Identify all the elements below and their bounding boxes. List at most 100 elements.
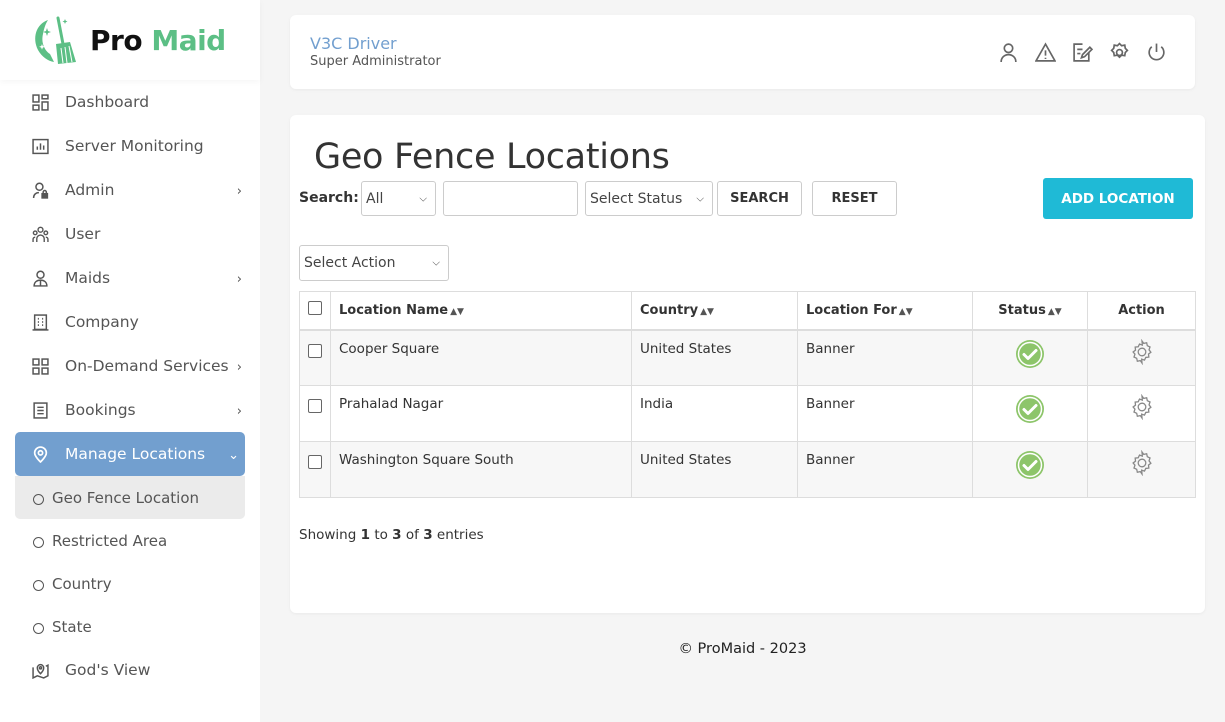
chevron-right-icon: › xyxy=(236,360,242,375)
sort-icon: ▲▼ xyxy=(898,306,913,317)
gear-icon[interactable] xyxy=(1129,450,1155,476)
status-cell xyxy=(972,441,1088,498)
column-status[interactable]: Status ▲▼ xyxy=(972,291,1088,331)
action-cell xyxy=(1087,385,1196,442)
chevron-down-icon: ⌵ xyxy=(696,193,704,204)
circle-icon xyxy=(33,537,44,548)
sidebar-subitem-state[interactable]: State xyxy=(0,605,260,648)
bulk-action-select[interactable]: Select Action ⌵ xyxy=(299,245,449,281)
sidebar-subitem-geo-fence-location[interactable]: Geo Fence Location xyxy=(15,476,245,519)
select-all-cell xyxy=(299,291,331,331)
sidebar-item-dashboard[interactable]: Dashboard xyxy=(0,80,260,124)
column-location-name[interactable]: Location Name ▲▼ xyxy=(330,291,632,331)
settings-icon[interactable] xyxy=(1108,41,1130,63)
sidebar-subitem-country[interactable]: Country xyxy=(0,562,260,605)
add-location-button[interactable]: ADD LOCATION xyxy=(1043,178,1193,219)
user-lock-icon xyxy=(32,182,49,199)
building-icon xyxy=(32,313,49,331)
location-name-cell: Prahalad Nagar xyxy=(330,385,632,442)
column-country[interactable]: Country ▲▼ xyxy=(631,291,798,331)
sidebar-item-company[interactable]: Company xyxy=(0,300,260,344)
search-input[interactable] xyxy=(443,181,578,216)
sidebar-item-bookings[interactable]: Bookings › xyxy=(0,388,260,432)
action-cell xyxy=(1087,329,1196,386)
circle-icon xyxy=(33,494,44,505)
row-select-cell xyxy=(299,385,331,442)
table-header-row: Location Name ▲▼ Country ▲▼ Location For ▲▼… xyxy=(299,291,1196,331)
sidebar-item-manage-locations[interactable]: Manage Locations ⌄ xyxy=(15,432,245,476)
search-field-select[interactable]: All ⌵ xyxy=(361,181,436,216)
column-action: Action xyxy=(1087,291,1196,331)
search-label: Search: xyxy=(299,190,359,206)
sidebar-item-gods-view[interactable]: God's View xyxy=(0,648,260,692)
circle-icon xyxy=(33,623,44,634)
status-active-icon[interactable] xyxy=(1015,394,1045,424)
maid-icon xyxy=(32,270,49,287)
action-cell xyxy=(1087,441,1196,498)
list-icon xyxy=(32,401,49,419)
power-icon[interactable] xyxy=(1145,41,1167,63)
sort-icon: ▲▼ xyxy=(700,306,714,317)
country-cell: United States xyxy=(631,329,798,386)
row-checkbox[interactable] xyxy=(308,455,322,469)
location-for-cell: Banner xyxy=(797,441,973,498)
dashboard-icon xyxy=(32,93,49,111)
location-for-cell: Banner xyxy=(797,329,973,386)
sort-icon: ▲▼ xyxy=(450,306,464,317)
user-name: V3C Driver xyxy=(310,34,397,53)
country-cell: United States xyxy=(631,441,798,498)
edit-icon[interactable] xyxy=(1071,41,1093,63)
reset-button[interactable]: RESET xyxy=(812,181,897,216)
status-active-icon[interactable] xyxy=(1015,450,1045,480)
search-button[interactable]: SEARCH xyxy=(717,181,802,216)
column-location-for[interactable]: Location For ▲▼ xyxy=(797,291,973,331)
broom-logo-icon xyxy=(35,16,76,64)
location-for-cell: Banner xyxy=(797,385,973,442)
table-info: Showing 1 to 3 of 3 entries xyxy=(299,527,484,543)
sidebar-item-maids[interactable]: Maids › xyxy=(0,256,260,300)
header-actions xyxy=(997,41,1167,63)
sidebar-item-user[interactable]: User xyxy=(0,212,260,256)
users-icon xyxy=(32,226,49,243)
circle-icon xyxy=(33,580,44,591)
row-select-cell xyxy=(299,329,331,386)
row-checkbox[interactable] xyxy=(308,399,322,413)
select-all-checkbox[interactable] xyxy=(308,301,322,316)
page-title: Geo Fence Locations xyxy=(314,137,670,177)
status-active-icon[interactable] xyxy=(1015,339,1045,369)
gear-icon[interactable] xyxy=(1129,338,1155,365)
status-cell xyxy=(972,385,1088,442)
table-row: Cooper Square United States Banner xyxy=(299,329,1196,386)
row-select-cell xyxy=(299,441,331,498)
location-pin-icon xyxy=(32,445,49,463)
grid-icon xyxy=(32,357,49,375)
sidebar: Pro Maid Dashboard Server Monitoring Adm… xyxy=(0,0,260,722)
sidebar-subitem-restricted-area[interactable]: Restricted Area xyxy=(0,519,260,562)
logo[interactable]: Pro Maid xyxy=(0,0,260,80)
user-role: Super Administrator xyxy=(310,54,441,69)
status-select[interactable]: Select Status ⌵ xyxy=(585,181,713,216)
sort-icon: ▲▼ xyxy=(1047,306,1062,317)
chevron-down-icon: ⌵ xyxy=(419,193,427,204)
alert-icon[interactable] xyxy=(1034,41,1056,63)
chevron-down-icon: ⌄ xyxy=(228,448,239,463)
gear-icon[interactable] xyxy=(1129,394,1155,420)
chevron-down-icon: ⌵ xyxy=(432,257,440,269)
footer: © ProMaid - 2023 xyxy=(678,641,807,657)
table-row: Washington Square South United States Ba… xyxy=(299,441,1196,498)
sidebar-item-server-monitoring[interactable]: Server Monitoring xyxy=(0,124,260,168)
top-header: V3C Driver Super Administrator xyxy=(290,15,1195,89)
profile-icon[interactable] xyxy=(997,41,1019,63)
sidebar-item-on-demand-services[interactable]: On-Demand Services › xyxy=(0,344,260,388)
sidebar-item-admin[interactable]: Admin › xyxy=(0,168,260,212)
row-checkbox[interactable] xyxy=(308,343,322,358)
location-name-cell: Cooper Square xyxy=(330,329,632,386)
location-name-cell: Washington Square South xyxy=(330,441,632,498)
map-icon xyxy=(32,662,49,679)
chevron-right-icon: › xyxy=(236,272,242,287)
main-content: Geo Fence Locations Search: All ⌵ Select… xyxy=(290,115,1205,613)
country-cell: India xyxy=(631,385,798,442)
chart-icon xyxy=(32,138,49,155)
table-row: Prahalad Nagar India Banner xyxy=(299,385,1196,442)
chevron-right-icon: › xyxy=(236,184,242,199)
